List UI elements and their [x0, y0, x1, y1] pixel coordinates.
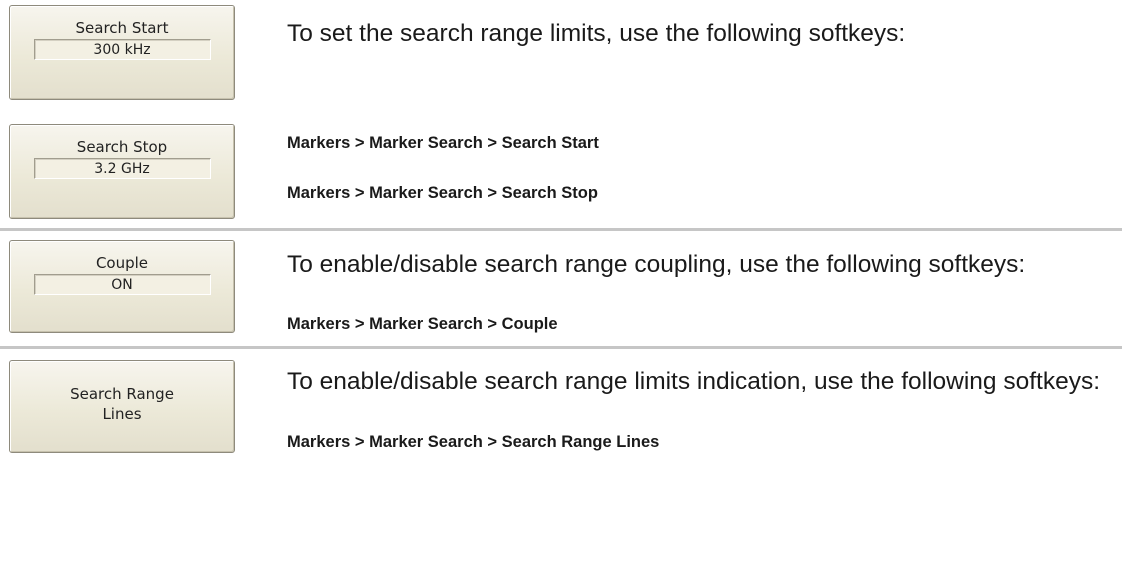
menu-path: Markers > Marker Search > Search Stop: [287, 184, 598, 202]
section-divider: [0, 346, 1122, 349]
section-description: To set the search range limits, use the …: [287, 20, 906, 47]
couple-softkey[interactable]: Couple ON: [9, 240, 235, 333]
menu-path: Markers > Marker Search > Search Range L…: [287, 433, 660, 451]
couple-value: ON: [33, 274, 211, 295]
couple-label: Couple: [95, 254, 149, 272]
menu-path: Markers > Marker Search > Search Start: [287, 134, 599, 152]
search-start-softkey[interactable]: Search Start 300 kHz: [9, 5, 235, 100]
search-stop-value: 3.2 GHz: [33, 158, 211, 179]
search-range-lines-label-line1: Search Range: [70, 385, 174, 403]
search-range-lines-label-line2: Lines: [102, 405, 142, 423]
section-description: To enable/disable search range coupling,…: [287, 251, 1026, 278]
section-description: To enable/disable search range limits in…: [287, 368, 1101, 395]
search-stop-label: Search Stop: [76, 138, 168, 156]
section-divider: [0, 228, 1122, 231]
search-start-value: 300 kHz: [33, 39, 211, 60]
search-stop-softkey[interactable]: Search Stop 3.2 GHz: [9, 124, 235, 219]
menu-path: Markers > Marker Search > Couple: [287, 315, 558, 333]
search-range-lines-softkey[interactable]: Search Range Lines: [9, 360, 235, 453]
search-start-label: Search Start: [75, 19, 169, 37]
